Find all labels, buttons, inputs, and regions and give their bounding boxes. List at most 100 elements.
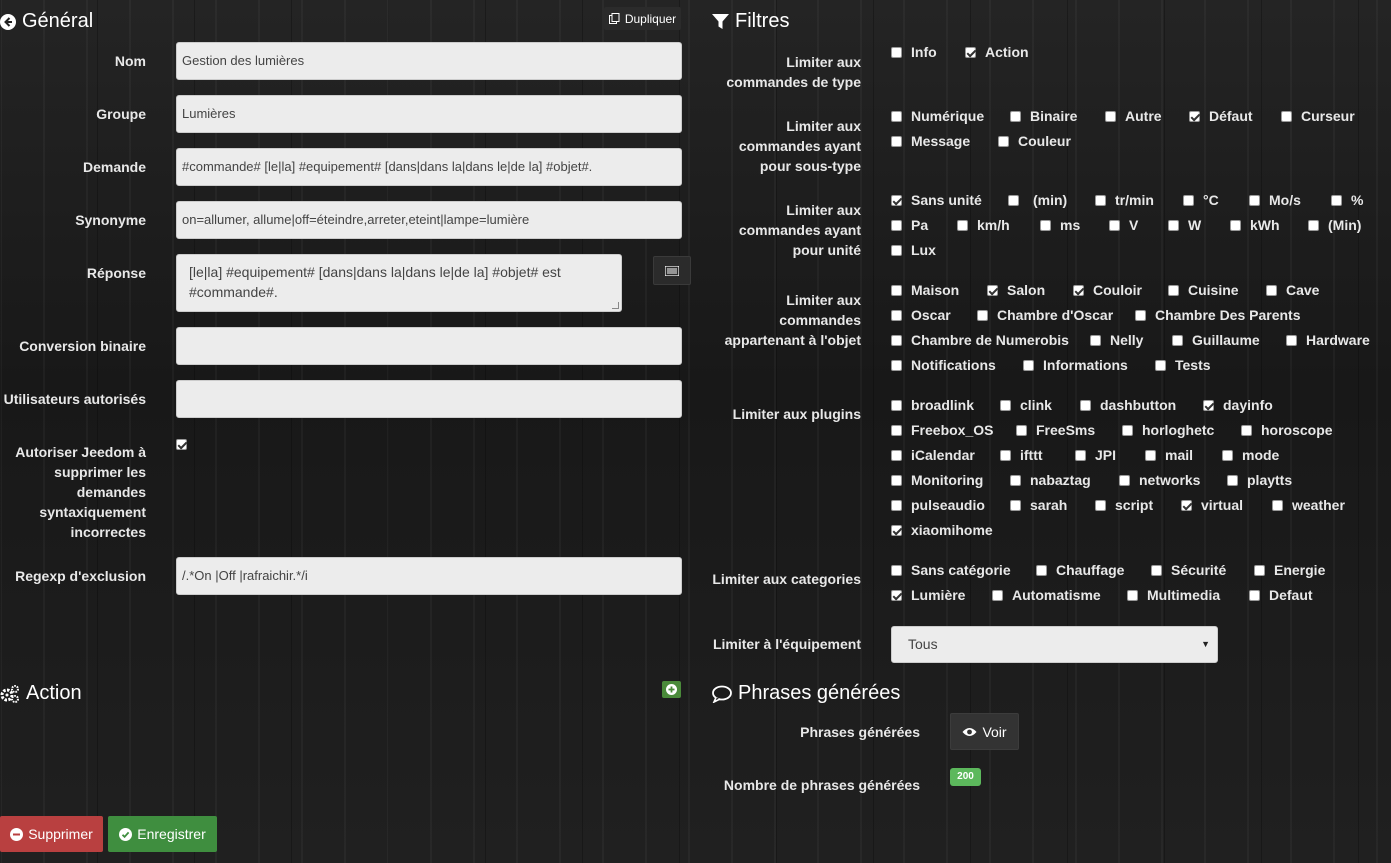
equipment-select[interactable]: Tous ▼	[891, 626, 1218, 663]
plugin-option[interactable]: mode	[1222, 447, 1279, 463]
plugin-option[interactable]: mail	[1145, 447, 1193, 463]
unit-option[interactable]: (Min)	[1308, 217, 1361, 233]
object-checkbox[interactable]	[1155, 359, 1166, 371]
plugin-option[interactable]: dayinfo	[1203, 397, 1273, 413]
subtype-option[interactable]: Binaire	[1010, 108, 1077, 124]
object-option[interactable]: Hardware	[1286, 332, 1370, 348]
subtype-option[interactable]: Numérique	[891, 108, 984, 124]
object-option[interactable]: Chambre Des Parents	[1135, 307, 1301, 323]
plugin-checkbox[interactable]	[1095, 499, 1106, 511]
category-checkbox[interactable]	[1036, 564, 1047, 576]
type-option[interactable]: Info	[891, 44, 937, 60]
plugin-option[interactable]: horoscope	[1241, 422, 1333, 438]
object-checkbox[interactable]	[1023, 359, 1034, 371]
object-option[interactable]: Chambre de Numerobis	[891, 332, 1069, 348]
unit-option[interactable]: Lux	[891, 242, 936, 258]
unit-checkbox[interactable]	[1249, 194, 1260, 206]
object-option[interactable]: Maison	[891, 282, 959, 298]
view-phrases-button[interactable]: Voir	[950, 713, 1019, 750]
plugin-option[interactable]: playtts	[1227, 472, 1292, 488]
subtype-checkbox[interactable]	[891, 135, 902, 147]
unit-option[interactable]: W	[1168, 217, 1201, 233]
save-button[interactable]: Enregistrer	[108, 816, 217, 852]
unit-option[interactable]: Pa	[891, 217, 928, 233]
type-checkbox[interactable]	[891, 46, 902, 58]
category-option[interactable]: Sans catégorie	[891, 562, 1011, 578]
unit-checkbox[interactable]	[1331, 194, 1342, 206]
groupe-input[interactable]: Lumières	[176, 95, 682, 133]
type-checkbox[interactable]	[965, 46, 976, 58]
plugin-option[interactable]: broadlink	[891, 397, 974, 413]
subtype-checkbox[interactable]	[1010, 110, 1021, 122]
object-checkbox[interactable]	[1286, 334, 1297, 346]
object-option[interactable]: Informations	[1023, 357, 1128, 373]
unit-option[interactable]: Mo/s	[1249, 192, 1301, 208]
plugin-option[interactable]: script	[1095, 497, 1153, 513]
category-checkbox[interactable]	[1249, 589, 1260, 601]
object-checkbox[interactable]	[891, 309, 902, 321]
delete-button[interactable]: Supprimer	[0, 816, 103, 852]
plugin-option[interactable]: clink	[1000, 397, 1052, 413]
unit-checkbox[interactable]	[891, 194, 902, 206]
object-option[interactable]: Chambre d'Oscar	[977, 307, 1113, 323]
unit-checkbox[interactable]	[1040, 219, 1051, 231]
plugin-checkbox[interactable]	[1016, 424, 1027, 436]
unit-option[interactable]: %	[1331, 192, 1363, 208]
category-option[interactable]: Chauffage	[1036, 562, 1124, 578]
regexp-input[interactable]: /.*On |Off |rafraichir.*/i	[176, 557, 682, 595]
unit-checkbox[interactable]	[891, 244, 902, 256]
plugin-checkbox[interactable]	[1272, 499, 1283, 511]
unit-option[interactable]: Sans unité	[891, 192, 982, 208]
plugin-checkbox[interactable]	[1080, 399, 1091, 411]
plugin-checkbox[interactable]	[1119, 474, 1130, 486]
plugin-option[interactable]: ifttt	[1000, 447, 1043, 463]
plugin-option[interactable]: FreeSms	[1016, 422, 1095, 438]
unit-option[interactable]: tr/min	[1095, 192, 1154, 208]
unit-checkbox[interactable]	[1168, 219, 1179, 231]
plugin-checkbox[interactable]	[1203, 399, 1214, 411]
subtype-checkbox[interactable]	[1281, 110, 1292, 122]
plugin-checkbox[interactable]	[1075, 449, 1086, 461]
unit-option[interactable]: °C	[1183, 192, 1219, 208]
category-option[interactable]: Lumière	[891, 587, 965, 603]
object-option[interactable]: Tests	[1155, 357, 1211, 373]
category-checkbox[interactable]	[1151, 564, 1162, 576]
object-checkbox[interactable]	[1073, 284, 1084, 296]
plugin-checkbox[interactable]	[1010, 474, 1021, 486]
object-option[interactable]: Nelly	[1090, 332, 1143, 348]
unit-checkbox[interactable]	[1095, 194, 1106, 206]
plugin-checkbox[interactable]	[1222, 449, 1233, 461]
plugin-checkbox[interactable]	[1241, 424, 1252, 436]
duplicate-button[interactable]: Dupliquer	[604, 7, 681, 30]
plugin-checkbox[interactable]	[891, 424, 902, 436]
object-checkbox[interactable]	[1135, 309, 1146, 321]
plugin-option[interactable]: dashbutton	[1080, 397, 1176, 413]
plugin-checkbox[interactable]	[1227, 474, 1238, 486]
category-option[interactable]: Sécurité	[1151, 562, 1226, 578]
category-option[interactable]: Multimedia	[1127, 587, 1220, 603]
category-checkbox[interactable]	[891, 564, 902, 576]
category-checkbox[interactable]	[891, 589, 902, 601]
plugin-option[interactable]: Monitoring	[891, 472, 983, 488]
resize-grip-icon[interactable]	[612, 302, 619, 309]
category-checkbox[interactable]	[992, 589, 1003, 601]
unit-option[interactable]: km/h	[957, 217, 1010, 233]
object-option[interactable]: Oscar	[891, 307, 951, 323]
category-checkbox[interactable]	[1254, 564, 1265, 576]
plugin-option[interactable]: sarah	[1010, 497, 1067, 513]
reponse-options-button[interactable]	[653, 256, 691, 285]
plugin-checkbox[interactable]	[1010, 499, 1021, 511]
unit-checkbox[interactable]	[957, 219, 968, 231]
object-checkbox[interactable]	[1090, 334, 1101, 346]
unit-checkbox[interactable]	[891, 219, 902, 231]
synonyme-input[interactable]: on=allumer, allume|off=éteindre,arreter,…	[176, 201, 682, 239]
plugin-checkbox[interactable]	[1000, 449, 1011, 461]
object-option[interactable]: Notifications	[891, 357, 996, 373]
object-checkbox[interactable]	[1172, 334, 1183, 346]
plugin-checkbox[interactable]	[891, 399, 902, 411]
object-checkbox[interactable]	[1266, 284, 1277, 296]
unit-checkbox[interactable]	[1109, 219, 1120, 231]
unit-option[interactable]: (min)	[1008, 192, 1067, 208]
subtype-option[interactable]: Curseur	[1281, 108, 1355, 124]
unit-option[interactable]: ms	[1040, 217, 1080, 233]
